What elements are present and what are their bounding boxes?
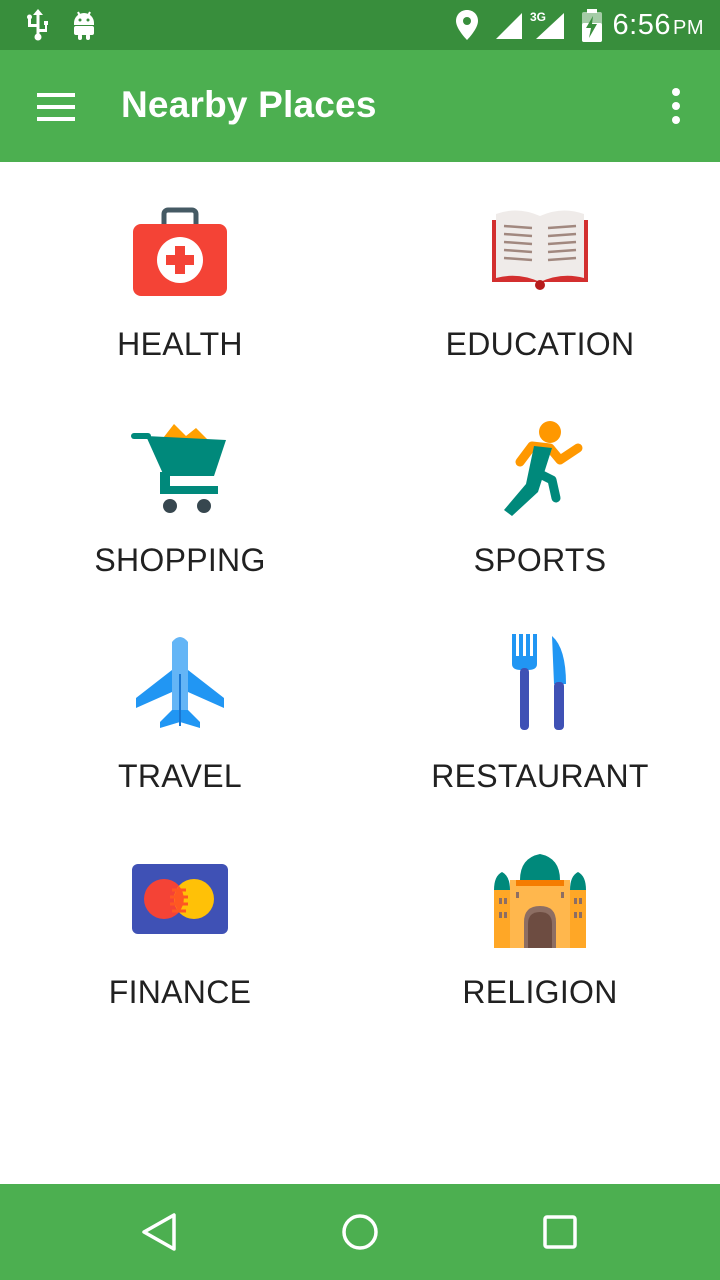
category-shopping[interactable]: SHOPPING xyxy=(0,378,360,594)
cell-signal-icon: 3G xyxy=(530,10,564,39)
category-label: HEALTH xyxy=(117,326,243,362)
category-travel[interactable]: TRAVEL xyxy=(0,594,360,810)
category-label: FINANCE xyxy=(108,974,252,1010)
category-restaurant[interactable]: RESTAURANT xyxy=(360,594,720,810)
category-education[interactable]: EDUCATION xyxy=(360,162,720,378)
svg-text:3G: 3G xyxy=(530,10,546,24)
category-label: SPORTS xyxy=(473,542,607,578)
app-bar: Nearby Places xyxy=(0,50,720,162)
airplane-icon xyxy=(136,637,224,728)
page-title: Nearby Places xyxy=(121,84,377,125)
category-label: EDUCATION xyxy=(445,326,635,362)
temple-icon xyxy=(494,854,586,948)
category-label: RESTAURANT xyxy=(431,758,649,794)
category-sports[interactable]: SPORTS xyxy=(360,378,720,594)
running-person-icon xyxy=(504,421,583,516)
menu-button[interactable] xyxy=(26,80,86,134)
category-grid: HEALTH EDUCATION SHOPPING SPORTS TRAVEL … xyxy=(0,162,720,1184)
status-time-ampm: PM xyxy=(673,17,704,39)
navigation-bar xyxy=(0,1184,720,1280)
wifi-signal-icon xyxy=(496,13,522,39)
open-book-icon xyxy=(492,210,588,290)
recents-icon[interactable] xyxy=(540,1212,580,1252)
usb-icon xyxy=(27,9,48,41)
android-icon xyxy=(74,11,94,40)
category-finance[interactable]: FINANCE xyxy=(0,810,360,1026)
credit-card-icon xyxy=(132,864,228,934)
status-time-value: 6:56 xyxy=(612,9,671,41)
status-bar: 3G 6:56 PM xyxy=(0,0,720,50)
category-label: TRAVEL xyxy=(118,758,242,794)
more-vert-icon xyxy=(672,88,680,124)
shopping-cart-icon xyxy=(131,424,226,513)
fork-knife-icon xyxy=(512,634,566,730)
first-aid-kit-icon xyxy=(133,207,227,296)
overflow-menu-button[interactable] xyxy=(658,84,694,128)
category-health[interactable]: HEALTH xyxy=(0,162,360,378)
back-icon[interactable] xyxy=(140,1212,180,1252)
category-label: RELIGION xyxy=(462,974,618,1010)
hamburger-menu-icon xyxy=(37,93,75,121)
category-label: SHOPPING xyxy=(94,542,266,578)
category-religion[interactable]: RELIGION xyxy=(360,810,720,1026)
location-icon xyxy=(456,10,478,40)
home-icon[interactable] xyxy=(340,1212,380,1252)
status-time: 6:56 PM xyxy=(613,9,704,42)
battery-charging-icon xyxy=(582,9,602,42)
